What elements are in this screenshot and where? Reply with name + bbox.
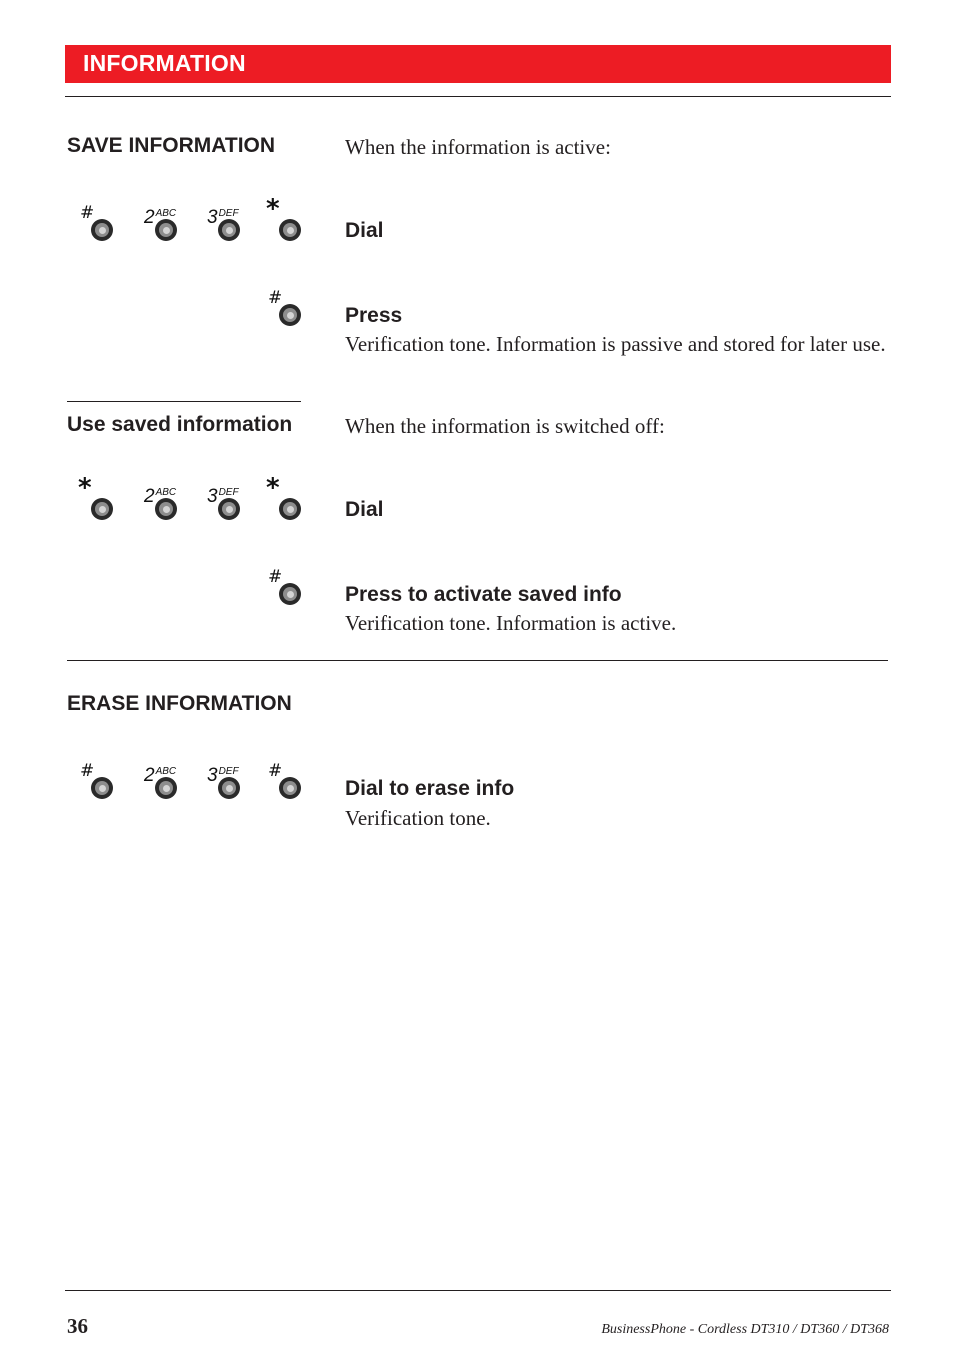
section-heading-use-saved: Use saved information — [67, 413, 293, 436]
document-title: BusinessPhone - Cordless DT310 / DT360 /… — [601, 1322, 889, 1337]
section-heading-erase: ERASE INFORMATION — [67, 692, 292, 715]
subsection-divider — [67, 401, 301, 402]
footer-divider — [65, 1290, 891, 1291]
star-key-icon: * — [78, 475, 124, 524]
hash-key-icon: # — [268, 290, 312, 330]
page-number: 36 — [67, 1314, 88, 1338]
key-3-icon: 3DEF — [207, 484, 251, 524]
star-key-icon: * — [266, 196, 312, 245]
step-description: Verification tone. — [345, 806, 491, 830]
step-description: Verification tone. Information is active… — [345, 611, 677, 635]
key-3-icon: 3DEF — [207, 205, 251, 245]
hash-key-icon: # — [80, 205, 124, 245]
hash-key-icon: # — [268, 569, 312, 609]
star-key-icon: * — [266, 475, 312, 524]
page-title: INFORMATION — [83, 50, 246, 76]
key-2-icon: 2ABC — [144, 763, 188, 803]
header-banner: INFORMATION — [65, 45, 891, 83]
step-action-erase: Dial to erase info — [345, 777, 515, 800]
step-description: Verification tone. Information is passiv… — [345, 332, 886, 356]
section-intro-save: When the information is active: — [345, 135, 611, 159]
section-divider — [67, 660, 888, 661]
hash-key-icon: # — [268, 763, 312, 803]
hash-key-icon: # — [80, 763, 124, 803]
step-action-press: Press — [345, 304, 403, 327]
step-action-dial: Dial — [345, 498, 384, 521]
key-3-icon: 3DEF — [207, 763, 251, 803]
step-action-press-activate: Press to activate saved info — [345, 583, 622, 606]
step-action-dial: Dial — [345, 219, 384, 242]
key-2-icon: 2ABC — [144, 484, 188, 524]
section-intro-use-saved: When the information is switched off: — [345, 414, 665, 438]
header-divider — [65, 96, 891, 97]
key-2-icon: 2ABC — [144, 205, 188, 245]
section-heading-save: SAVE INFORMATION — [67, 134, 276, 157]
